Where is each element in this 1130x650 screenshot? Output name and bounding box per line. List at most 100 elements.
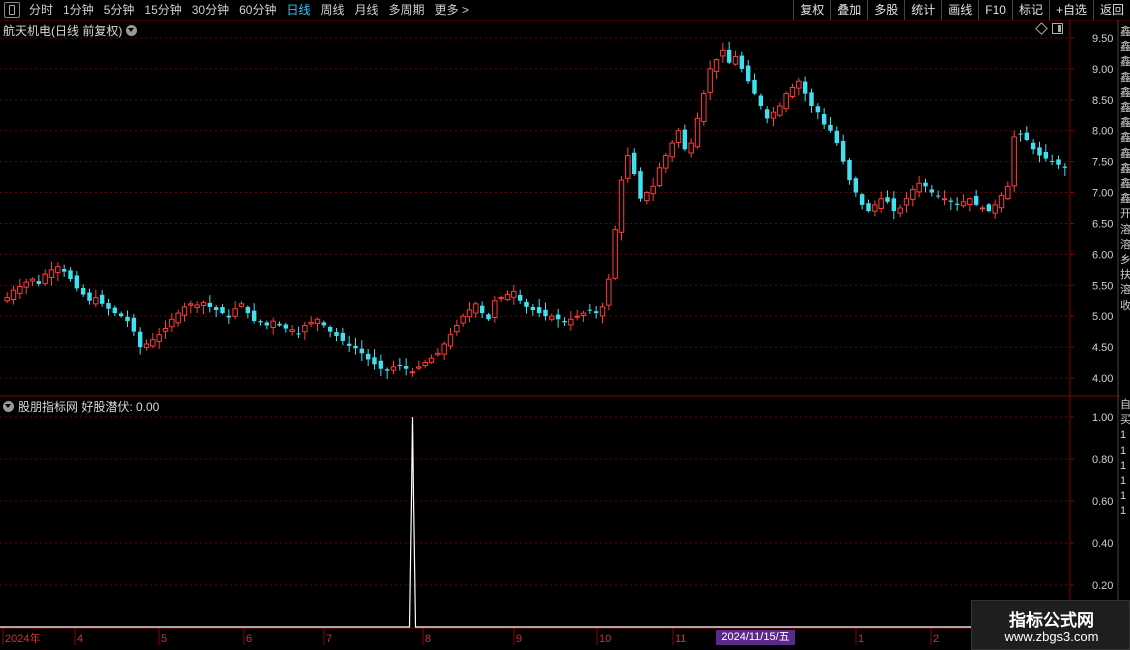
- candle-body: [878, 198, 884, 209]
- candle-body: [625, 154, 631, 179]
- candle-body: [549, 315, 555, 320]
- candle-body: [770, 111, 777, 119]
- candle-body: [840, 141, 846, 162]
- candle-body: [99, 294, 105, 304]
- candle-body: [479, 305, 485, 314]
- candle-body: [156, 334, 162, 342]
- candle-body: [897, 207, 903, 214]
- candle-body: [675, 130, 682, 144]
- cursor-date-tag: 2024/11/15/五: [716, 630, 795, 645]
- candle-body: [118, 313, 124, 317]
- month-label: 11: [675, 633, 686, 645]
- candle-body: [504, 294, 511, 301]
- candle-body: [36, 281, 42, 285]
- indicator-tick-label: 0.20: [1092, 580, 1113, 592]
- candle-body: [486, 314, 491, 320]
- candle-body: [42, 273, 48, 285]
- candle-body: [644, 192, 650, 202]
- candle-body: [745, 65, 751, 82]
- candle-body: [739, 55, 745, 69]
- indicator-tick-label: 0.80: [1092, 454, 1113, 466]
- candle-body: [783, 93, 789, 110]
- candle-body: [948, 200, 954, 202]
- candle-body: [466, 309, 473, 318]
- candle-body: [409, 371, 416, 374]
- candle-body: [162, 328, 169, 332]
- candle-body: [390, 366, 397, 371]
- candle-body: [796, 80, 802, 89]
- candle-body: [416, 366, 422, 369]
- candle-body: [599, 306, 606, 317]
- candle-body: [106, 303, 111, 309]
- month-label: 5: [161, 633, 167, 645]
- candle-body: [403, 366, 409, 369]
- candle-body: [1049, 160, 1055, 162]
- candle-body: [935, 195, 941, 197]
- candle-body: [847, 159, 852, 181]
- candle-body: [207, 302, 213, 307]
- candle-body: [289, 329, 295, 332]
- month-label: 6: [246, 633, 252, 645]
- candle-body: [517, 294, 523, 301]
- signal-line: [0, 416, 1070, 628]
- candle-body: [447, 334, 454, 347]
- candle-body: [428, 357, 435, 363]
- month-label: 4: [77, 633, 83, 645]
- candle-body: [777, 105, 783, 116]
- candle-body: [929, 189, 935, 193]
- candle-body: [441, 343, 447, 355]
- candle-body: [1011, 136, 1017, 187]
- candle-body: [1062, 166, 1068, 168]
- candle-body: [359, 348, 365, 354]
- candle-body: [296, 333, 301, 335]
- candle-body: [732, 56, 739, 65]
- candle-body: [200, 302, 207, 306]
- price-tick-label: 6.00: [1092, 249, 1113, 261]
- candle-body: [213, 307, 219, 310]
- candle-body: [885, 197, 890, 202]
- side-panel-bottom: 自买111111: [1120, 399, 1130, 518]
- candle-body: [612, 229, 618, 279]
- candle-body: [232, 308, 238, 317]
- candle-body: [910, 188, 916, 200]
- candle-body: [460, 315, 466, 324]
- price-tick-label: 7.50: [1092, 157, 1113, 169]
- candle-body: [277, 323, 282, 326]
- candle-body: [220, 307, 225, 314]
- candle-body: [606, 278, 612, 306]
- candle-body: [264, 322, 270, 326]
- candle-body: [498, 297, 504, 300]
- candle-body: [828, 124, 833, 131]
- candle-body: [986, 204, 992, 212]
- candle-body: [707, 68, 713, 93]
- candle-body: [334, 332, 339, 336]
- candle-body: [353, 345, 358, 349]
- candle-body: [4, 297, 10, 302]
- candle-body: [891, 198, 897, 212]
- candle-body: [143, 343, 150, 348]
- candle-body: [834, 130, 840, 144]
- candle-body: [574, 315, 580, 318]
- price-tick-label: 5.50: [1092, 280, 1113, 292]
- candle-body: [973, 195, 979, 205]
- watermark-url: www.zbgs3.com: [1004, 629, 1099, 644]
- candle-body: [726, 49, 732, 63]
- candle-body: [720, 49, 726, 57]
- candle-body: [1018, 133, 1023, 135]
- candle-body: [321, 322, 327, 326]
- candle-body: [80, 288, 86, 295]
- candle-body: [55, 266, 61, 274]
- candle-body: [1037, 147, 1042, 156]
- side-panel-top: 鑫鑫鑫鑫鑫鑫鑫鑫鑫鑫鑫鑫开溶溶乡扶溶收: [1120, 26, 1130, 312]
- candle-body: [48, 269, 55, 278]
- candle-body: [1005, 185, 1011, 200]
- price-tick-label: 5.00: [1092, 311, 1113, 323]
- candle-body: [593, 311, 599, 314]
- candle-body: [17, 286, 23, 294]
- kline-chart[interactable]: 9.50 9.00 8.50 8.00 7.50 7.00 6.50 6.00 5.50 5.00…: [0, 0, 1130, 650]
- indicator-tick-label: 1.00: [1092, 412, 1113, 424]
- candle-body: [175, 312, 181, 324]
- candle-body: [967, 198, 973, 206]
- candle-body: [663, 154, 669, 169]
- candle-body: [562, 320, 567, 323]
